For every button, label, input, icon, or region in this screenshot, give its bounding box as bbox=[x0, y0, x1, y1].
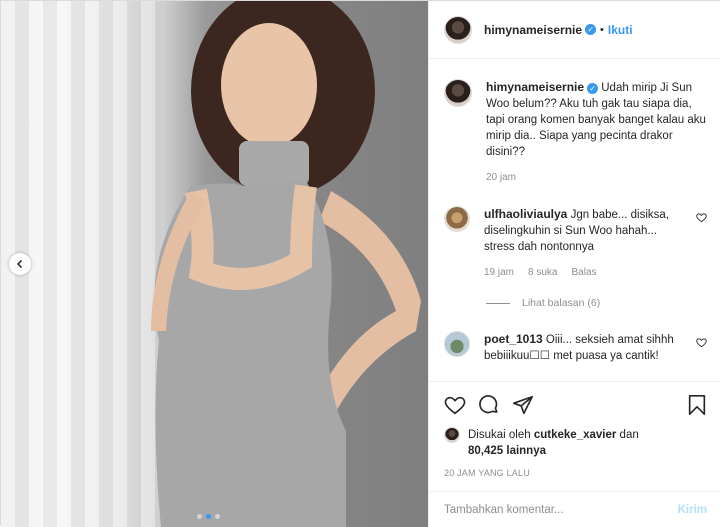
replies-divider bbox=[486, 302, 510, 304]
caption-username[interactable]: himynameisernie bbox=[486, 80, 584, 94]
caption-time[interactable]: 20 jam bbox=[486, 170, 516, 186]
like-comment-icon[interactable] bbox=[696, 337, 707, 348]
share-button[interactable] bbox=[512, 394, 534, 416]
likes-count-link[interactable]: 80,425 lainnya bbox=[468, 445, 546, 457]
post-timestamp[interactable]: 20 JAM YANG LALU bbox=[444, 468, 707, 478]
liker-avatar[interactable] bbox=[444, 427, 460, 443]
commenter-avatar[interactable] bbox=[444, 206, 470, 232]
comment-input[interactable] bbox=[444, 503, 678, 516]
likes-prefix: Disukai oleh bbox=[468, 429, 531, 441]
view-replies-button[interactable]: Lihat balasan (6) bbox=[486, 297, 707, 309]
carousel-dot-active bbox=[206, 514, 211, 519]
commenter-username[interactable]: poet_1013 bbox=[484, 332, 543, 346]
caption-avatar[interactable] bbox=[444, 79, 472, 107]
bookmark-icon bbox=[688, 395, 706, 415]
comment-item: ulfhaoliviaulya Jgn babe... disiksa, dis… bbox=[444, 206, 707, 281]
comment-icon bbox=[479, 395, 498, 414]
commenter-username[interactable]: ulfhaoliviaulya bbox=[484, 207, 567, 221]
reply-button[interactable]: Balas bbox=[571, 265, 596, 281]
post-comment-button[interactable]: Kirim bbox=[678, 504, 707, 516]
like-button[interactable] bbox=[444, 394, 466, 416]
verified-icon: ✓ bbox=[587, 83, 599, 94]
header-separator: • bbox=[600, 23, 604, 36]
comment-time[interactable]: 19 jam bbox=[484, 265, 514, 281]
heart-icon bbox=[444, 396, 466, 415]
commenter-avatar[interactable] bbox=[444, 331, 470, 357]
comment-likes[interactable]: 8 suka bbox=[528, 265, 557, 281]
save-button[interactable] bbox=[687, 394, 707, 416]
author-avatar[interactable] bbox=[444, 15, 472, 44]
liker-username[interactable]: cutkeke_xavier bbox=[534, 429, 616, 441]
follow-button[interactable]: Ikuti bbox=[608, 23, 633, 37]
post-side-panel: himynameisernie ✓ • Ikuti himynameiserni… bbox=[428, 1, 720, 527]
photo-subject bbox=[151, 1, 421, 527]
verified-icon: ✓ bbox=[585, 24, 597, 35]
share-icon bbox=[513, 395, 533, 415]
post-modal: himynameisernie ✓ • Ikuti himynameiserni… bbox=[0, 0, 720, 527]
likes-conjunction: dan bbox=[619, 429, 639, 441]
carousel-dot bbox=[197, 514, 202, 519]
likes-summary: Disukai oleh cutkeke_xavier dan 80,425 l… bbox=[444, 427, 707, 459]
carousel-indicator bbox=[197, 514, 220, 519]
author-username[interactable]: himynameisernie bbox=[484, 23, 582, 37]
comments-list[interactable]: himynameisernie ✓ Udah mirip Ji Sun Woo b… bbox=[429, 59, 720, 381]
post-actions: Disukai oleh cutkeke_xavier dan 80,425 l… bbox=[429, 381, 720, 491]
add-comment-bar: Kirim bbox=[429, 491, 720, 527]
chevron-left-icon bbox=[16, 259, 23, 269]
post-photo[interactable] bbox=[1, 1, 428, 527]
carousel-dot bbox=[215, 514, 220, 519]
comment-button[interactable] bbox=[478, 394, 500, 416]
caption: himynameisernie ✓ Udah mirip Ji Sun Woo b… bbox=[444, 79, 707, 186]
post-header: himynameisernie ✓ • Ikuti bbox=[429, 1, 720, 59]
view-replies-label: Lihat balasan (6) bbox=[522, 297, 601, 309]
like-comment-icon[interactable] bbox=[696, 212, 707, 223]
comment-item: poet_1013 Oiii... seksieh amat sihhh beb… bbox=[444, 331, 707, 364]
previous-photo-button[interactable] bbox=[9, 253, 31, 275]
